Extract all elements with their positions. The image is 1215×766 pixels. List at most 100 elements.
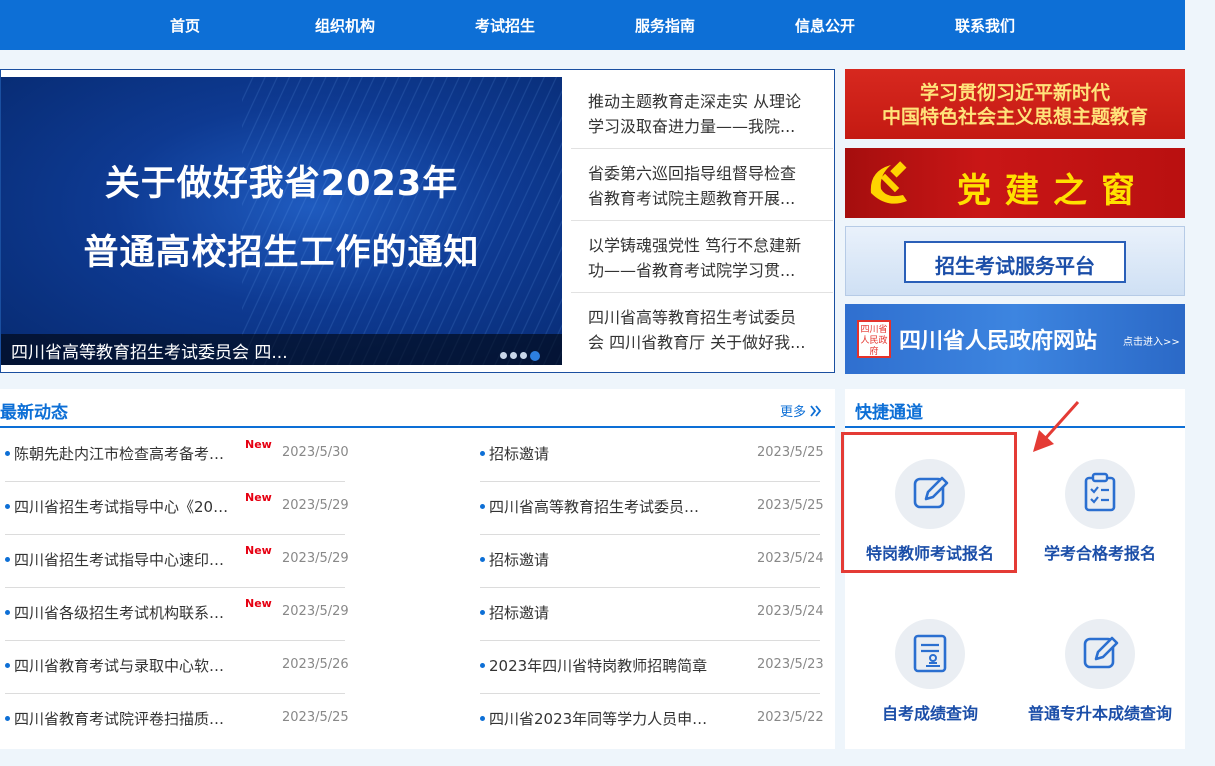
- news-date: 2023/5/24: [757, 551, 824, 566]
- carousel-dot-2[interactable]: [510, 352, 517, 359]
- nav-info-disclosure[interactable]: 信息公开: [745, 0, 905, 50]
- nav-home[interactable]: 首页: [105, 0, 265, 50]
- news-title[interactable]: 2023年四川省特岗教师招聘简章: [489, 655, 707, 676]
- news-date: 2023/5/29: [282, 604, 349, 619]
- bullet-icon: [480, 610, 485, 615]
- carousel-slide[interactable]: 关于做好我省2023年 普通高校招生工作的通知 四川省高等教育招生考试委员会 四…: [1, 77, 562, 365]
- news-title[interactable]: 招标邀请: [489, 602, 549, 623]
- highlight-box: [841, 432, 1017, 573]
- provincial-government-banner[interactable]: 四川省人民政府 四川省人民政府网站 点击进入>>: [845, 304, 1185, 374]
- exam-service-platform-banner[interactable]: 招生考试服务平台: [845, 226, 1185, 296]
- news-date: 2023/5/25: [757, 498, 824, 513]
- top-nav: 首页 组织机构 考试招生 服务指南 信息公开 联系我们: [0, 0, 1185, 50]
- section-divider: [845, 426, 1185, 428]
- news-title[interactable]: 四川省招生考试指导中心《20…: [14, 496, 228, 517]
- new-badge: New: [245, 597, 272, 610]
- banner-line2: 中国特色社会主义思想主题教育: [881, 106, 1148, 128]
- icon-circle: [1065, 459, 1135, 529]
- news-title[interactable]: 四川省高等教育招生考试委员…: [489, 496, 699, 517]
- quick-item-label: 自考成绩查询: [881, 704, 978, 723]
- side-news-line: 功——省教育考试院学习贯...: [588, 261, 796, 280]
- slide-caption[interactable]: 四川省高等教育招生考试委员会 四...: [11, 338, 288, 363]
- theme-education-banner[interactable]: 学习贯彻习近平新时代 中国特色社会主义思想主题教育: [845, 69, 1185, 139]
- annotation-arrow-icon: [1033, 400, 1080, 452]
- side-news-line: 学习汲取奋进力量——我院...: [588, 117, 796, 136]
- side-news-line: 会 四川省教育厅 关于做好我...: [588, 333, 806, 352]
- bullet-icon: [5, 716, 10, 721]
- quick-item-self-study-score-query[interactable]: 自考成绩查询: [845, 589, 1015, 729]
- news-row[interactable]: 招标邀请 2023/5/24: [480, 588, 824, 641]
- news-title[interactable]: 陈朝先赴内江市检查高考备考…: [14, 443, 224, 464]
- banner-title: 四川省人民政府网站: [899, 329, 1098, 354]
- party-emblem-icon: [870, 161, 907, 204]
- news-date: 2023/5/24: [757, 604, 824, 619]
- document-stamp-icon: [913, 634, 947, 673]
- featured-box: 关于做好我省2023年 普通高校招生工作的通知 四川省高等教育招生考试委员会 四…: [0, 69, 835, 373]
- side-news-item[interactable]: 推动主题教育走深走实 从理论 学习汲取奋进力量——我院...: [571, 77, 833, 149]
- quick-item-upgrade-score-query[interactable]: 普通专升本成绩查询: [1015, 589, 1185, 729]
- bullet-icon: [480, 557, 485, 562]
- news-row[interactable]: 四川省2023年同等学力人员申… 2023/5/22: [480, 694, 824, 747]
- news-date: 2023/5/30: [282, 445, 349, 460]
- carousel-dot-3[interactable]: [520, 352, 527, 359]
- decorative-lines: [242, 77, 562, 365]
- carousel-dots: [497, 345, 540, 361]
- nav-contact-us[interactable]: 联系我们: [905, 0, 1065, 50]
- news-row[interactable]: 招标邀请 2023/5/25: [480, 429, 824, 482]
- more-link[interactable]: 更多: [780, 401, 822, 420]
- news-title[interactable]: 招标邀请: [489, 549, 549, 570]
- section-divider: [0, 426, 835, 428]
- quick-item-label: 学考合格考报名: [1043, 544, 1156, 563]
- news-row[interactable]: 四川省教育考试与录取中心软… 2023/5/26: [5, 641, 349, 694]
- news-date: 2023/5/26: [282, 657, 349, 672]
- news-row[interactable]: 2023年四川省特岗教师招聘简章 2023/5/23: [480, 641, 824, 694]
- news-title[interactable]: 四川省2023年同等学力人员申…: [489, 708, 707, 729]
- slide-headline-line1: 关于做好我省2023年: [104, 164, 459, 204]
- nav-exam-enrollment[interactable]: 考试招生: [425, 0, 585, 50]
- news-row[interactable]: 四川省各级招生考试机构联系… New 2023/5/29: [5, 588, 349, 641]
- bullet-icon: [5, 610, 10, 615]
- bullet-icon: [5, 504, 10, 509]
- news-row[interactable]: 四川省招生考试指导中心《20… New 2023/5/29: [5, 482, 349, 535]
- latest-news-panel: 最新动态 更多 陈朝先赴内江市检查高考备考… New 2023/5/30 四川省…: [0, 389, 835, 749]
- news-title[interactable]: 四川省招生考试指导中心速印…: [14, 549, 224, 570]
- edit-icon: [1083, 636, 1119, 669]
- news-row[interactable]: 四川省高等教育招生考试委员… 2023/5/25: [480, 482, 824, 535]
- news-row[interactable]: 陈朝先赴内江市检查高考备考… New 2023/5/30: [5, 429, 349, 482]
- news-title[interactable]: 四川省各级招生考试机构联系…: [14, 602, 224, 623]
- new-badge: New: [245, 438, 272, 451]
- section-title: 快捷通道: [855, 403, 923, 423]
- double-chevron-right-icon: [810, 405, 822, 417]
- party-building-banner[interactable]: 党建之窗: [845, 148, 1185, 218]
- news-date: 2023/5/29: [282, 551, 349, 566]
- news-date: 2023/5/22: [757, 710, 824, 725]
- carousel-dot-4[interactable]: [530, 350, 540, 361]
- icon-circle: [895, 619, 965, 689]
- banner-title: 党建之窗: [957, 171, 1149, 211]
- news-row[interactable]: 四川省教育考试院评卷扫描质… 2023/5/25: [5, 694, 349, 747]
- news-row[interactable]: 招标邀请 2023/5/24: [480, 535, 824, 588]
- clipboard-check-icon: [1084, 472, 1116, 512]
- nav-service-guide[interactable]: 服务指南: [585, 0, 745, 50]
- side-news-line: 推动主题教育走深走实 从理论: [588, 92, 802, 111]
- banner-enter-link: 点击进入>>: [1123, 337, 1180, 348]
- nav-organization[interactable]: 组织机构: [265, 0, 425, 50]
- banner-line1: 学习贯彻习近平新时代: [919, 82, 1110, 104]
- news-row[interactable]: 四川省招生考试指导中心速印… New 2023/5/29: [5, 535, 349, 588]
- more-link-label: 更多: [780, 405, 807, 420]
- news-title[interactable]: 招标邀请: [489, 443, 549, 464]
- carousel-dot-1[interactable]: [500, 352, 507, 359]
- news-date: 2023/5/23: [757, 657, 824, 672]
- bullet-icon: [480, 663, 485, 668]
- side-news-item[interactable]: 四川省高等教育招生考试委员 会 四川省教育厅 关于做好我...: [571, 293, 833, 365]
- news-date: 2023/5/29: [282, 498, 349, 513]
- side-news-item[interactable]: 以学铸魂强党性 笃行不怠建新 功——省教育考试院学习贯...: [571, 221, 833, 293]
- bullet-icon: [5, 663, 10, 668]
- news-title[interactable]: 四川省教育考试院评卷扫描质…: [14, 708, 224, 729]
- banner-title: 招生考试服务平台: [935, 254, 1095, 278]
- bullet-icon: [5, 451, 10, 456]
- section-title: 最新动态: [0, 403, 68, 423]
- side-news-item[interactable]: 省委第六巡回指导组督导检查 省教育考试院主题教育开展...: [571, 149, 833, 221]
- news-date: 2023/5/25: [757, 445, 824, 460]
- news-title[interactable]: 四川省教育考试与录取中心软…: [14, 655, 224, 676]
